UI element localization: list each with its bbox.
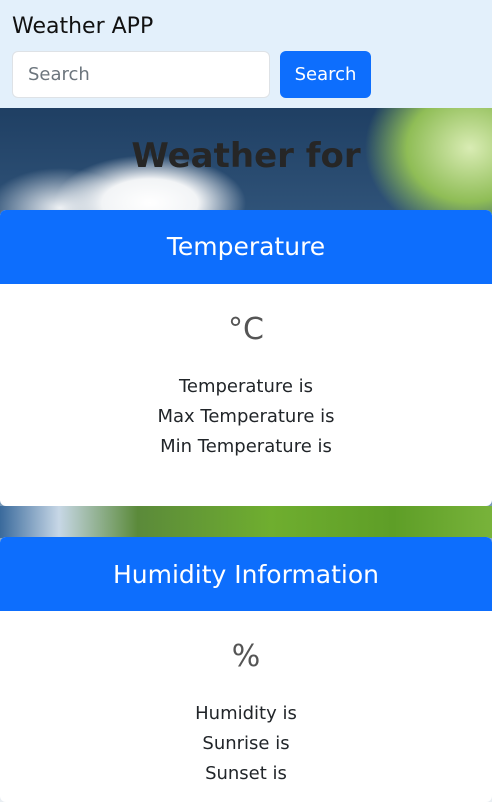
page-title: Weather for: [131, 136, 361, 176]
sunrise-line: Sunrise is: [202, 733, 290, 754]
background-landscape: [0, 506, 492, 538]
min-temperature-line: Min Temperature is: [160, 436, 332, 457]
humidity-unit: %: [231, 639, 261, 674]
navbar: Weather APP Search: [0, 0, 492, 108]
search-input[interactable]: [12, 51, 270, 98]
temperature-line: Temperature is: [178, 376, 314, 397]
humidity-card-header: Humidity Information: [0, 537, 492, 611]
temperature-card: Temperature °C Temperature is Max Temper…: [0, 210, 492, 506]
humidity-card: Humidity Information % Humidity is Sunri…: [0, 537, 492, 802]
app-brand[interactable]: Weather APP: [12, 12, 153, 42]
search-button[interactable]: Search: [280, 51, 371, 98]
temperature-card-header: Temperature: [0, 210, 492, 284]
temperature-details: Temperature is Max Temperature is Min Te…: [0, 372, 492, 462]
humidity-line: Humidity is: [195, 703, 297, 724]
temperature-unit: °C: [228, 312, 264, 347]
humidity-details: Humidity is Sunrise is Sunset is: [0, 699, 492, 789]
max-temperature-line: Max Temperature is: [157, 406, 335, 427]
sunset-line: Sunset is: [205, 763, 287, 784]
